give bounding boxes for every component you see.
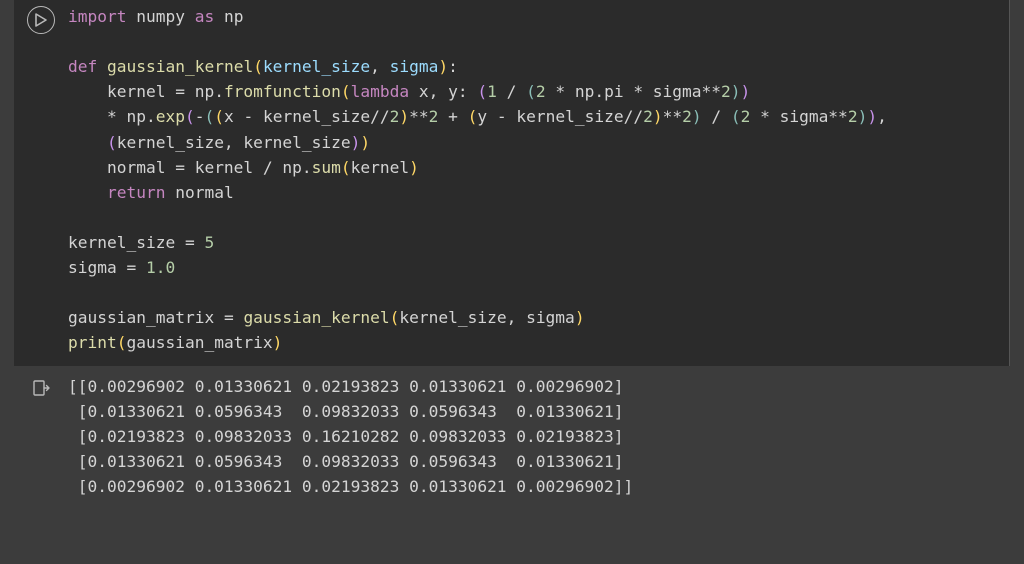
- code-cell: import numpy as np def gaussian_kernel(k…: [14, 0, 1010, 366]
- output-area: [[0.00296902 0.01330621 0.02193823 0.013…: [14, 366, 1024, 564]
- code-line: [68, 280, 1009, 305]
- code-editor[interactable]: import numpy as np def gaussian_kernel(k…: [68, 0, 1009, 366]
- run-cell-button[interactable]: [27, 6, 55, 34]
- toggle-output-icon[interactable]: [32, 378, 50, 406]
- code-line: kernel = np.fromfunction(lambda x, y: (1…: [68, 79, 1009, 104]
- output-line: [0.00296902 0.01330621 0.02193823 0.0133…: [68, 474, 1024, 499]
- play-icon: [35, 13, 47, 27]
- output-text: [[0.00296902 0.01330621 0.02193823 0.013…: [68, 374, 1024, 564]
- code-line: import numpy as np: [68, 4, 1009, 29]
- code-line: sigma = 1.0: [68, 255, 1009, 280]
- code-line: * np.exp(-((x - kernel_size//2)**2 + (y …: [68, 104, 1009, 129]
- code-line: return normal: [68, 180, 1009, 205]
- notebook-left-margin: [0, 0, 14, 564]
- code-line: gaussian_matrix = gaussian_kernel(kernel…: [68, 305, 1009, 330]
- output-line: [0.01330621 0.0596343 0.09832033 0.05963…: [68, 449, 1024, 474]
- output-line: [0.02193823 0.09832033 0.16210282 0.0983…: [68, 424, 1024, 449]
- code-line: kernel_size = 5: [68, 230, 1009, 255]
- code-line: [68, 205, 1009, 230]
- code-line: (kernel_size, kernel_size)): [68, 130, 1009, 155]
- code-line: print(gaussian_matrix): [68, 330, 1009, 355]
- code-line: normal = kernel / np.sum(kernel): [68, 155, 1009, 180]
- output-line: [[0.00296902 0.01330621 0.02193823 0.013…: [68, 374, 1024, 399]
- code-line: [68, 29, 1009, 54]
- output-line: [0.01330621 0.0596343 0.09832033 0.05963…: [68, 399, 1024, 424]
- cell-gutter: [14, 0, 68, 366]
- code-line: def gaussian_kernel(kernel_size, sigma):: [68, 54, 1009, 79]
